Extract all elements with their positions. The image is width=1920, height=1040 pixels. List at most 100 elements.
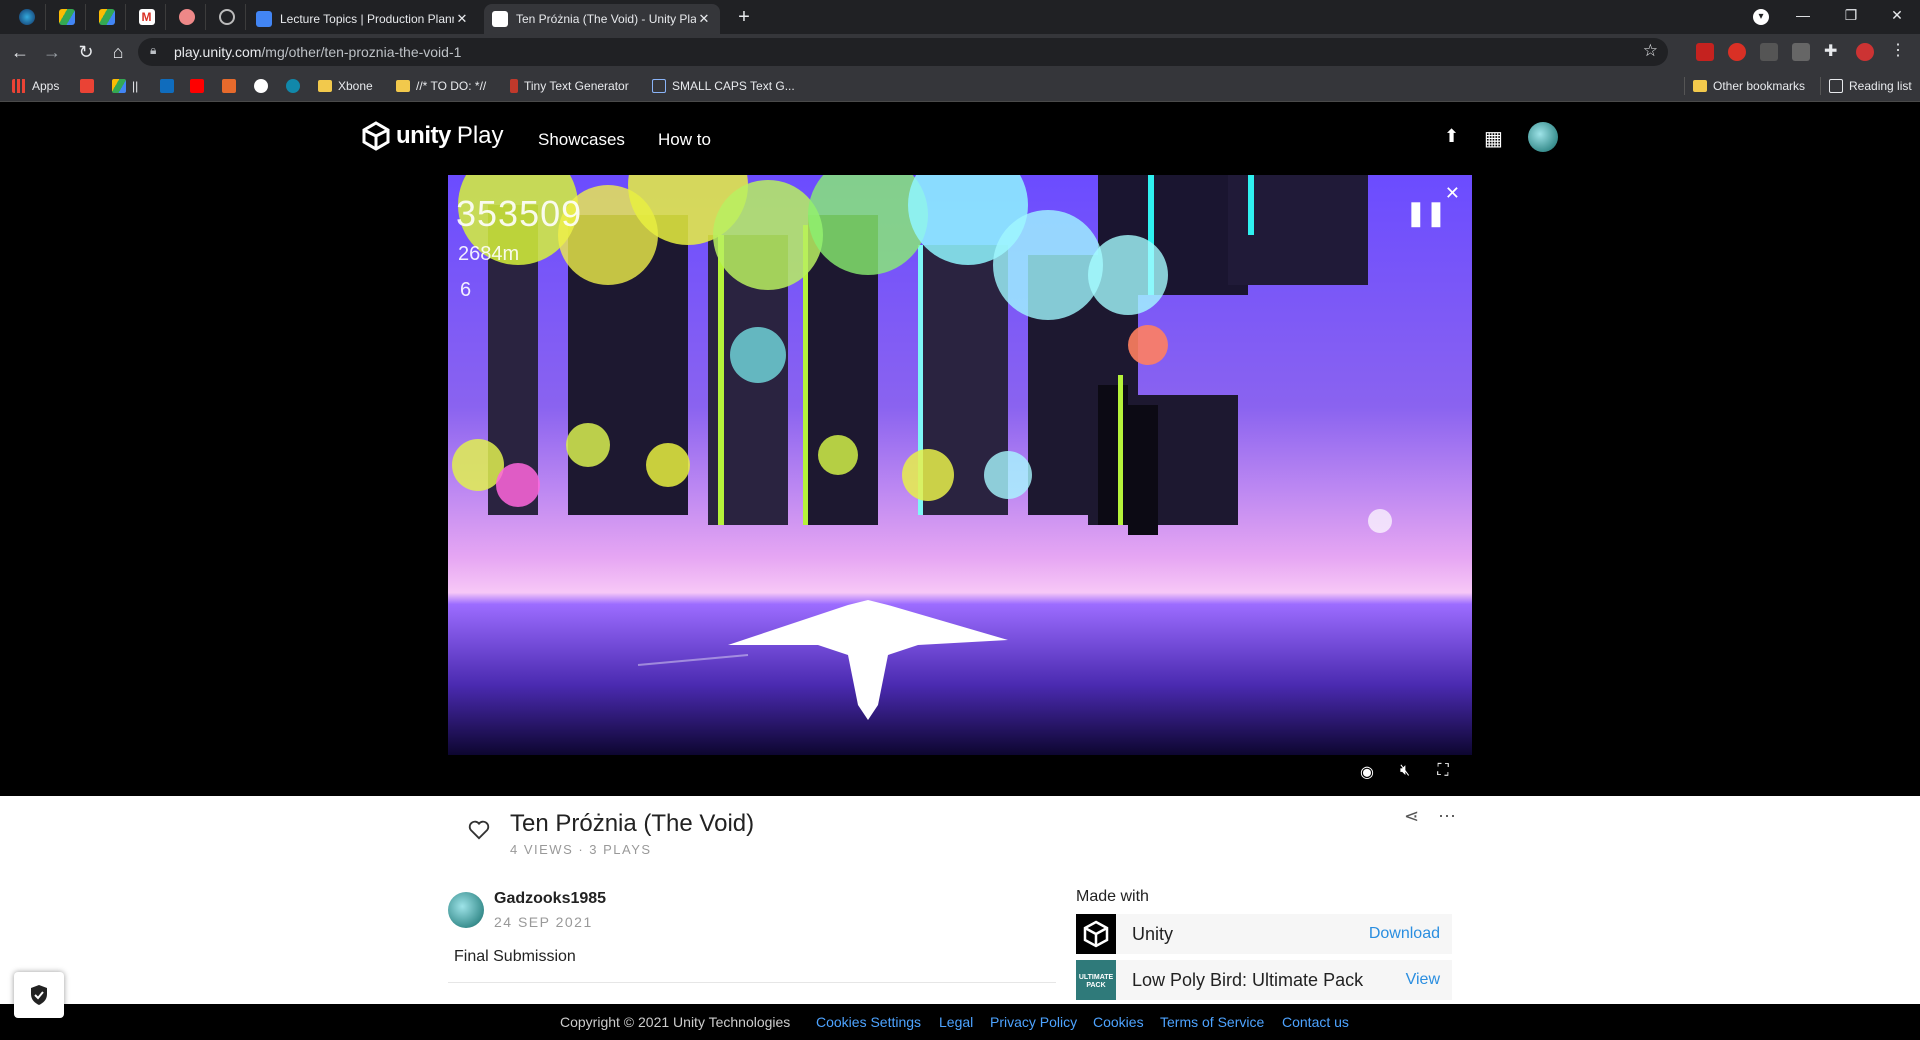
share-icon[interactable]: ⋖ xyxy=(1404,806,1419,827)
unity-play-header: unity Play Showcases How to ⬆ ▦ xyxy=(0,102,1920,174)
bookmark-item[interactable] xyxy=(254,77,274,95)
footer-link-cookies[interactable]: Cookies xyxy=(1093,1014,1144,1030)
chevron-down-icon: ▾ xyxy=(1753,9,1769,25)
gmail-extension-icon[interactable] xyxy=(1696,43,1714,61)
reading-list[interactable]: Reading list xyxy=(1820,77,1912,95)
bookmark-star-icon[interactable]: ☆ xyxy=(1643,41,1658,61)
pinned-tab[interactable] xyxy=(208,4,246,30)
back-arrow-icon[interactable]: ← xyxy=(8,40,32,64)
extension-badge-icon[interactable] xyxy=(1728,43,1746,61)
fox-icon xyxy=(222,79,236,93)
outlook-icon xyxy=(160,79,174,93)
game-canvas[interactable]: 353509 2684m 6 ❚❚ ✕ xyxy=(448,175,1472,755)
bookmark-label: //* TO DO: *// xyxy=(416,79,487,93)
lives-readout: 6 xyxy=(460,279,472,301)
bookmark-item[interactable] xyxy=(190,77,210,95)
upload-icon[interactable]: ⬆ xyxy=(1444,126,1459,147)
browser-tab-bar: M Lecture Topics | Production Plann ✕ Te… xyxy=(0,0,1920,34)
mute-icon[interactable]: 🔇︎ xyxy=(1394,762,1416,780)
home-icon[interactable]: ⌂ xyxy=(106,40,130,64)
bookmark-item[interactable] xyxy=(80,77,100,95)
tab-unity-play[interactable]: Ten Próżnia (The Void) - Unity Pla ✕ xyxy=(484,4,720,34)
bookmark-label: Tiny Text Generator xyxy=(524,79,629,93)
user-avatar[interactable] xyxy=(1528,122,1558,152)
bookmark-label: Xbone xyxy=(338,79,373,93)
google-docs-icon xyxy=(256,11,272,27)
unity-logo-icon[interactable]: ◉ xyxy=(1356,762,1378,782)
lock-icon: 🔒︎ xyxy=(150,43,157,57)
nav-showcases[interactable]: Showcases xyxy=(538,130,625,150)
calendar-icon xyxy=(80,79,94,93)
tab-lecture-topics[interactable]: Lecture Topics | Production Plann ✕ xyxy=(248,4,478,34)
pinned-tab[interactable]: M xyxy=(128,4,166,30)
gmail-icon: M xyxy=(138,9,155,25)
heart-icon[interactable] xyxy=(468,820,490,840)
footer-link-privacy-policy[interactable]: Privacy Policy xyxy=(990,1014,1077,1030)
reload-icon[interactable]: ↻ xyxy=(74,40,98,64)
extension-icon[interactable] xyxy=(1792,43,1810,61)
copyright: Copyright © 2021 Unity Technologies xyxy=(560,1014,791,1030)
asset-thumbnail: ULTIMATE PACK xyxy=(1076,960,1116,1000)
apps-grid-icon[interactable]: ▦ xyxy=(1484,126,1503,151)
nav-how-to[interactable]: How to xyxy=(658,130,711,150)
profile-avatar-icon[interactable] xyxy=(1856,43,1874,61)
bookmark-label: Reading list xyxy=(1849,79,1912,93)
bookmark-small-caps[interactable]: SMALL CAPS Text G... xyxy=(652,77,795,95)
distance-readout: 2684m xyxy=(458,243,520,265)
footer-link-legal[interactable]: Legal xyxy=(939,1014,973,1030)
extension-icon[interactable] xyxy=(1760,43,1778,61)
pinned-tab[interactable] xyxy=(48,4,86,30)
pinned-tab[interactable] xyxy=(88,4,126,30)
bookmarks-bar: Apps || Xbone //* TO DO: *// Tiny Text G… xyxy=(0,70,1920,102)
folder-icon xyxy=(396,80,410,92)
footer-link-cookies-settings[interactable]: Cookies Settings xyxy=(816,1014,921,1030)
game-description: Final Submission xyxy=(454,948,576,965)
kebab-menu-icon[interactable]: ⋮ xyxy=(1890,40,1908,59)
unity-logo-icon xyxy=(362,121,390,151)
privacy-settings-button[interactable] xyxy=(14,972,64,1018)
bookmark-folder-todo[interactable]: //* TO DO: *// xyxy=(396,77,486,95)
bookmark-folder-xbone[interactable]: Xbone xyxy=(318,77,373,95)
bookmark-drive[interactable]: || xyxy=(112,77,138,95)
tab-close-icon[interactable]: ✕ xyxy=(454,11,470,27)
footer-link-terms[interactable]: Terms of Service xyxy=(1160,1014,1264,1030)
more-options-icon[interactable]: ⋯ xyxy=(1438,806,1456,827)
reading-list-icon xyxy=(1829,79,1843,93)
eraser-icon xyxy=(178,9,195,25)
bookmark-apps[interactable]: Apps xyxy=(12,77,59,95)
bookmark-tiny-text[interactable]: Tiny Text Generator xyxy=(510,77,629,95)
unity-play-logo[interactable]: unity Play xyxy=(360,120,504,152)
minimize-button[interactable]: — xyxy=(1780,0,1826,32)
download-link[interactable]: Download xyxy=(1369,925,1440,943)
divider xyxy=(448,982,1056,983)
pause-icon[interactable]: ❚❚ xyxy=(1406,199,1446,228)
author-name[interactable]: Gadzooks1985 xyxy=(494,890,606,908)
tab-close-icon[interactable]: ✕ xyxy=(696,11,712,27)
other-bookmarks[interactable]: Other bookmarks xyxy=(1684,77,1805,95)
close-icon[interactable]: ✕ xyxy=(1445,183,1460,204)
pinned-tab[interactable] xyxy=(8,4,46,30)
close-window-button[interactable]: ✕ xyxy=(1874,0,1920,32)
author-avatar[interactable] xyxy=(448,892,484,928)
address-bar[interactable]: 🔒︎ play.unity.com/mg/other/ten-proznia-t… xyxy=(138,38,1668,66)
game-scene xyxy=(452,175,1392,720)
bookmark-item[interactable] xyxy=(286,77,306,95)
forward-arrow-icon[interactable]: → xyxy=(40,40,64,64)
game-title: Ten Próżnia (The Void) xyxy=(510,810,755,837)
bookmark-item[interactable] xyxy=(160,77,180,95)
fullscreen-icon[interactable]: ⛶ xyxy=(1432,762,1454,780)
edge-icon xyxy=(18,9,35,25)
view-link[interactable]: View xyxy=(1406,971,1440,989)
bookmark-icon xyxy=(652,79,666,93)
bookmark-item[interactable] xyxy=(222,77,242,95)
folder-icon xyxy=(1693,80,1707,92)
pinned-tab[interactable] xyxy=(168,4,206,30)
puzzle-icon[interactable]: ✚ xyxy=(1824,41,1842,60)
new-tab-button[interactable]: + xyxy=(732,6,756,30)
tab-search-button[interactable]: ▾ xyxy=(1738,0,1784,32)
footer-link-contact[interactable]: Contact us xyxy=(1282,1014,1349,1030)
unity-icon xyxy=(492,11,508,27)
restore-button[interactable]: ❐ xyxy=(1828,0,1874,32)
bookmark-icon xyxy=(510,79,518,93)
unity-logo-icon xyxy=(1076,914,1116,954)
